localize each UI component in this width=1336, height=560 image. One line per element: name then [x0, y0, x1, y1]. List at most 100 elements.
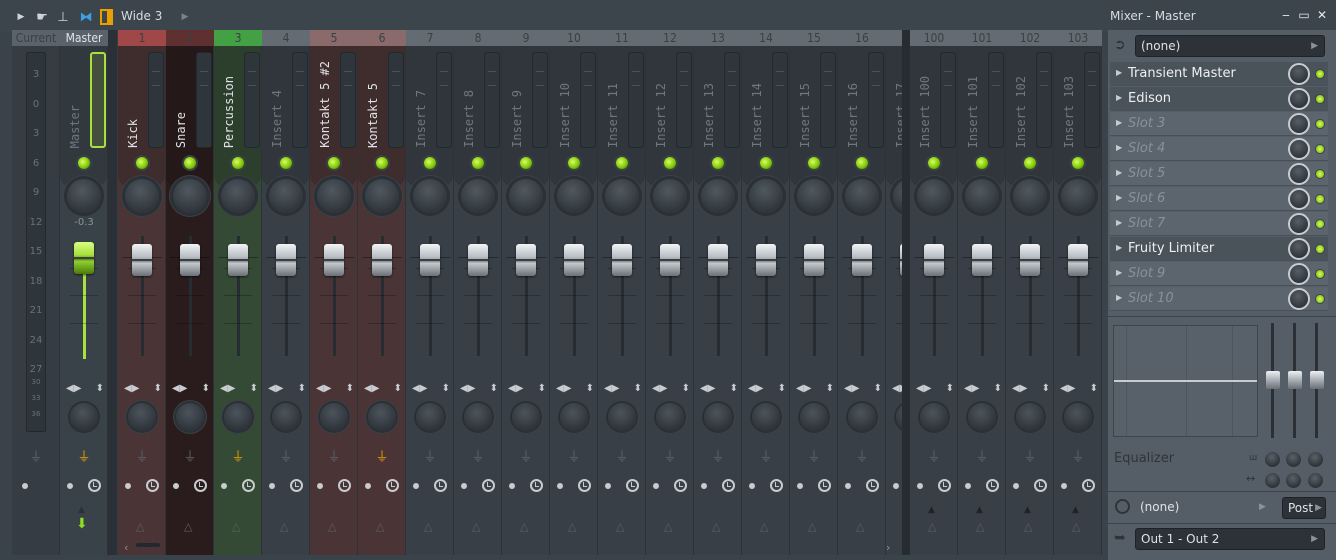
stereo-separation-icon[interactable]: ◀▶ [66, 383, 81, 395]
insert-strip-1[interactable]: Kick ◀▶ ⬍ ⏚ △ [118, 46, 166, 555]
route-dot[interactable] [221, 483, 227, 489]
enable-led[interactable] [928, 157, 940, 169]
insert-header-17[interactable]: 17 [886, 30, 902, 46]
record-arm-icon[interactable]: ⏚ [927, 446, 941, 465]
stereo-separation-icon[interactable]: ◀▶ [796, 383, 811, 395]
pan-knob[interactable] [125, 179, 159, 213]
expand-arrow-icon[interactable]: ▶ [1116, 268, 1122, 277]
eq-mid-width-knob[interactable] [1286, 473, 1301, 488]
swap-icon[interactable]: ⬍ [946, 383, 954, 395]
route-dot[interactable] [173, 483, 179, 489]
insert-strip-100[interactable]: Insert 100 ◀▶ ⬍ ⏚ ▲ △ [910, 46, 958, 555]
latency-clock-icon[interactable] [938, 479, 951, 492]
swap-icon[interactable]: ⬍ [490, 383, 498, 395]
pan-knob[interactable] [1013, 179, 1047, 213]
insert-header-12[interactable]: 12 [646, 30, 694, 46]
record-arm-icon[interactable]: ⏚ [423, 446, 437, 465]
latency-clock-icon[interactable] [626, 479, 639, 492]
stereo-knob[interactable] [656, 403, 684, 431]
master-volume-fader[interactable] [74, 242, 94, 274]
stereo-knob[interactable] [608, 403, 636, 431]
route-up-icon[interactable]: ▲ [78, 505, 85, 515]
stereo-separation-icon[interactable]: ◀▶ [364, 383, 379, 395]
swap-icon[interactable]: ⬍ [250, 383, 258, 395]
latency-clock-icon[interactable] [146, 479, 159, 492]
route-to-icon[interactable]: △ [568, 520, 576, 533]
expand-arrow-icon[interactable]: ▶ [1116, 293, 1122, 302]
latency-clock-icon[interactable] [986, 479, 999, 492]
volume-fader[interactable] [564, 244, 584, 276]
insert-strip-3[interactable]: Percussion ◀▶ ⬍ ⏚ △ [214, 46, 262, 555]
eq-low-freq-knob[interactable] [1265, 452, 1280, 467]
latency-clock-icon[interactable] [1082, 479, 1095, 492]
record-arm-icon[interactable]: ⏚ [77, 446, 91, 465]
insert-strip-7[interactable]: Insert 7 ◀▶ ⬍ ⏚ △ [406, 46, 454, 555]
route-dot[interactable] [557, 483, 563, 489]
swap-icon[interactable]: ⬍ [730, 383, 738, 395]
swap-icon[interactable]: ⬍ [202, 383, 210, 395]
insert-name[interactable]: Insert 13 [702, 83, 716, 148]
stereo-separation-icon[interactable]: ◀▶ [700, 383, 715, 395]
stereo-knob[interactable] [1064, 403, 1092, 431]
route-to-icon[interactable]: △ [808, 520, 816, 533]
insert-name[interactable]: Insert 16 [846, 83, 860, 148]
enable-led[interactable] [568, 157, 580, 169]
fx-slot-name[interactable]: Slot 10 [1128, 291, 1174, 306]
fx-slot-name[interactable]: Slot 6 [1128, 191, 1165, 206]
eq-high-fader[interactable] [1310, 371, 1324, 389]
enable-led[interactable] [856, 157, 868, 169]
fx-slot-name[interactable]: Slot 7 [1128, 216, 1165, 231]
expand-arrow-icon[interactable]: ▶ [1116, 218, 1122, 227]
pan-knob[interactable] [461, 179, 495, 213]
latency-clock-icon[interactable] [482, 479, 495, 492]
swap-icon[interactable]: ⬍ [586, 383, 594, 395]
next-preset-icon[interactable]: ▶ [181, 9, 189, 25]
fx-enable-led[interactable] [1316, 270, 1324, 278]
master-stereo-knob[interactable] [70, 403, 98, 431]
insert-name[interactable]: Percussion [222, 76, 236, 148]
route-to-icon[interactable]: △ [136, 520, 144, 533]
route-dot[interactable] [22, 483, 28, 489]
pan-knob[interactable] [749, 179, 783, 213]
stereo-knob[interactable] [464, 403, 492, 431]
fx-slot-5[interactable]: ▶ Slot 5 [1110, 162, 1328, 186]
insert-name[interactable]: Insert 11 [606, 83, 620, 148]
expand-arrow-icon[interactable]: ▶ [1116, 68, 1122, 77]
route-down-arrow-icon[interactable]: ⬇ [76, 516, 88, 532]
preset-label[interactable]: Wide 3 [121, 9, 162, 23]
enable-led[interactable] [280, 157, 292, 169]
fx-slot-10[interactable]: ▶ Slot 10 [1110, 287, 1328, 311]
fx-slot-name[interactable]: Slot 9 [1128, 266, 1165, 281]
wide-view-icon[interactable]: ⧓ [78, 9, 94, 25]
route-dot[interactable] [413, 483, 419, 489]
stereo-knob[interactable] [272, 403, 300, 431]
volume-fader[interactable] [1068, 244, 1088, 276]
fx-enable-led[interactable] [1316, 70, 1324, 78]
pan-knob[interactable] [509, 179, 543, 213]
insert-strip-5[interactable]: Kontakt 5 #2 ◀▶ ⬍ ⏚ △ [310, 46, 358, 555]
fx-mix-knob[interactable] [1288, 213, 1310, 235]
insert-header-102[interactable]: 102 [1006, 30, 1054, 46]
insert-header-3[interactable]: 3 [214, 30, 262, 46]
swap-icon[interactable]: ⬍ [994, 383, 1002, 395]
insert-name[interactable]: Snare [174, 112, 188, 148]
stereo-separation-icon[interactable]: ◀▶ [460, 383, 475, 395]
enable-led[interactable] [184, 157, 196, 169]
fx-mix-knob[interactable] [1288, 163, 1310, 185]
route-to-icon[interactable]: △ [928, 520, 936, 533]
insert-header-1[interactable]: 1 [118, 30, 166, 46]
fx-mix-knob[interactable] [1288, 188, 1310, 210]
volume-fader[interactable] [372, 244, 392, 276]
insert-name[interactable]: Insert 15 [798, 83, 812, 148]
pan-knob[interactable] [413, 179, 447, 213]
volume-fader[interactable] [324, 244, 344, 276]
stereo-knob[interactable] [176, 403, 204, 431]
eq-graph[interactable] [1113, 325, 1258, 437]
insert-header-13[interactable]: 13 [694, 30, 742, 46]
stereo-separation-icon[interactable]: ◀▶ [172, 383, 187, 395]
fx-enable-led[interactable] [1316, 245, 1324, 253]
record-arm-icon[interactable]: ⏚ [327, 446, 341, 465]
fx-enable-led[interactable] [1316, 170, 1324, 178]
insert-name[interactable]: Insert 12 [654, 83, 668, 148]
insert-name[interactable]: Insert 101 [966, 76, 980, 148]
